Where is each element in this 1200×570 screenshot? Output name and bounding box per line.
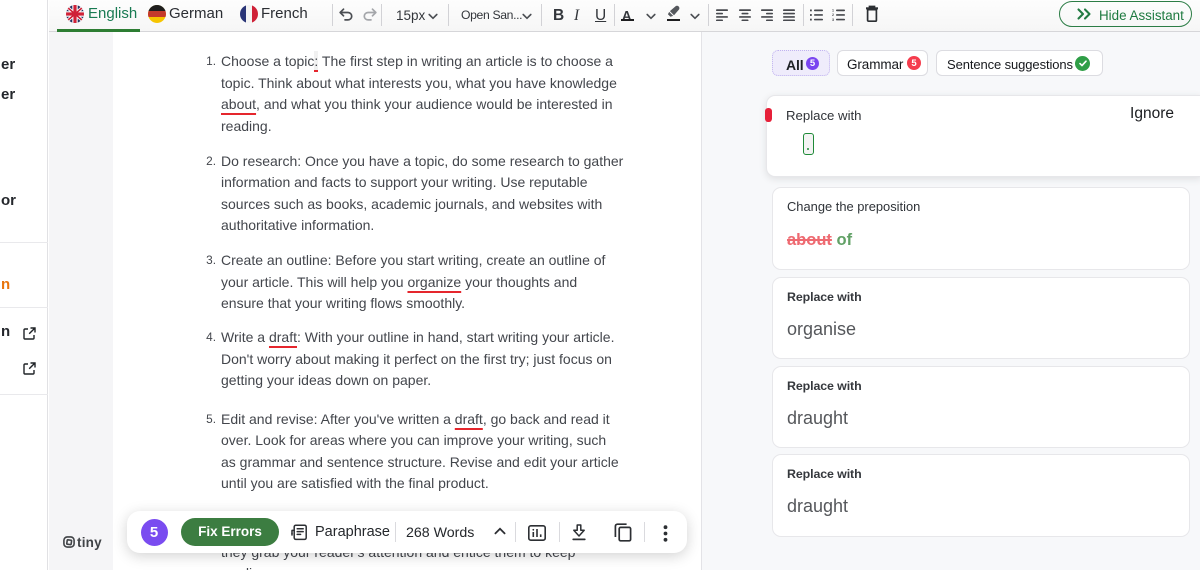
svg-text:3: 3 [832, 18, 834, 21]
svg-text:2: 2 [832, 13, 834, 17]
svg-text:1: 1 [832, 9, 834, 13]
